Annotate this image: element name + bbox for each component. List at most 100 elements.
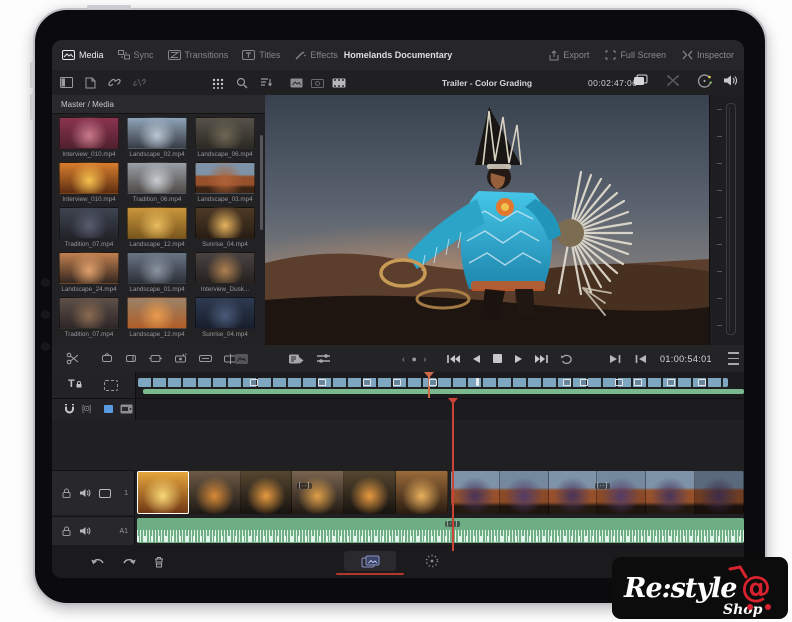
timeline-clip-sunset[interactable] bbox=[137, 471, 448, 514]
media-clip[interactable]: Interview_Dusk... bbox=[194, 252, 256, 293]
picture-in-frame-icon bbox=[234, 353, 249, 365]
clip-thumbnail-segment bbox=[137, 471, 189, 514]
viewer-panel[interactable] bbox=[265, 95, 709, 345]
sort-icon[interactable] bbox=[260, 77, 273, 88]
clip-thumbnail-segment bbox=[451, 471, 500, 514]
play-icon[interactable] bbox=[514, 354, 523, 364]
breadcrumb[interactable]: Master / Media bbox=[52, 95, 265, 114]
media-clip[interactable]: Landscape_01.mp4 bbox=[126, 252, 188, 293]
tab-sync[interactable]: Sync bbox=[118, 50, 154, 60]
media-clip-thumbnail bbox=[59, 207, 119, 239]
play-reverse-icon[interactable] bbox=[472, 354, 481, 364]
timeline-clip-dancer[interactable] bbox=[451, 471, 744, 514]
filmstrip-view-icon[interactable] bbox=[332, 78, 346, 88]
page-tabs: Media Sync Transitions Titles bbox=[52, 50, 338, 61]
unlink-clips-icon[interactable] bbox=[133, 77, 146, 88]
inspector-label: Inspector bbox=[697, 50, 734, 60]
media-clip[interactable]: Landscape_02.mp4 bbox=[126, 117, 188, 158]
clip-marker-badge[interactable]: [··] bbox=[595, 483, 610, 489]
media-clip[interactable]: Tradition_07.mp4 bbox=[58, 297, 120, 338]
clip-view-icon[interactable] bbox=[290, 78, 303, 88]
speaker-icon[interactable] bbox=[723, 74, 738, 87]
bezel-dot bbox=[41, 310, 50, 319]
tab-label: Media bbox=[79, 50, 104, 60]
color-page-icon bbox=[424, 553, 440, 569]
new-bin-icon[interactable] bbox=[85, 77, 96, 89]
sidebar-toggle-icon[interactable] bbox=[60, 77, 73, 88]
selection-box-tool[interactable] bbox=[104, 380, 118, 391]
media-clip[interactable]: Sunrise_04.mp4 bbox=[194, 297, 256, 338]
media-clip[interactable]: Landscape_24.mp4 bbox=[58, 252, 120, 293]
media-clip-thumbnail bbox=[195, 252, 255, 284]
media-clip[interactable]: Interview_010.mp4 bbox=[58, 117, 120, 158]
loop-icon[interactable] bbox=[560, 353, 573, 365]
export-button[interactable]: Export bbox=[549, 50, 589, 61]
media-clip[interactable]: Interview_010.mp4 bbox=[58, 162, 120, 203]
media-clip[interactable]: Landscape_12.mp4 bbox=[126, 297, 188, 338]
skip-end-icon[interactable] bbox=[535, 354, 548, 364]
flag-button[interactable] bbox=[104, 405, 113, 413]
stage: Media Sync Transitions Titles bbox=[0, 0, 792, 622]
snapshot-tool[interactable] bbox=[234, 345, 249, 372]
timeline-playhead[interactable] bbox=[452, 398, 454, 551]
media-clip[interactable]: Landscape_12.mp4 bbox=[126, 207, 188, 248]
camera-grab-icon[interactable] bbox=[633, 74, 649, 87]
inspector-button[interactable]: Inspector bbox=[682, 50, 734, 60]
tab-label: Transitions bbox=[185, 50, 229, 60]
lock-icon[interactable] bbox=[62, 488, 71, 498]
marker-tool-button[interactable]: [⊙] bbox=[82, 404, 90, 413]
next-edit-icon[interactable] bbox=[610, 354, 621, 364]
color-enhance-icon[interactable] bbox=[697, 74, 712, 88]
cut-button[interactable] bbox=[66, 345, 79, 372]
skip-start-icon[interactable] bbox=[447, 354, 460, 364]
full-screen-button[interactable]: Full Screen bbox=[605, 50, 666, 60]
tab-titles[interactable]: Titles bbox=[242, 50, 280, 60]
media-pool-scrollbar[interactable] bbox=[260, 135, 263, 230]
monitor-icon[interactable] bbox=[99, 489, 111, 498]
clip-marker-badge[interactable]: [··] bbox=[297, 483, 312, 489]
slip-edit-icon[interactable] bbox=[198, 353, 213, 364]
thumbnail-view-icon[interactable] bbox=[212, 77, 224, 89]
snapping-button[interactable] bbox=[64, 403, 75, 415]
trim-end-icon[interactable] bbox=[124, 353, 138, 364]
camera-view-icon[interactable] bbox=[311, 78, 324, 88]
meter-tick bbox=[717, 244, 722, 245]
timeline-options-menu[interactable] bbox=[728, 345, 739, 372]
meter-tick bbox=[717, 109, 722, 110]
tab-effects[interactable]: Effects bbox=[294, 50, 337, 61]
speaker-icon[interactable] bbox=[79, 526, 91, 536]
media-clip[interactable]: Tradition_07.mp4 bbox=[58, 207, 120, 248]
delete-button[interactable] bbox=[154, 555, 164, 573]
media-clip-thumbnail bbox=[59, 162, 119, 194]
search-icon[interactable] bbox=[236, 77, 248, 89]
tab-transitions[interactable]: Transitions bbox=[168, 50, 229, 60]
text-tool-button[interactable]: T bbox=[68, 378, 82, 390]
tab-media[interactable]: Media bbox=[62, 50, 104, 60]
minimap-marker-box bbox=[363, 379, 371, 386]
timeline-audio-clip[interactable] bbox=[137, 518, 744, 543]
redo-button[interactable] bbox=[122, 555, 137, 573]
roll-edit-icon[interactable] bbox=[148, 353, 163, 364]
media-clip[interactable]: Sunrise_04.mp4 bbox=[194, 207, 256, 248]
transport-bar: ‹ ● › 01:00:54:01 bbox=[52, 345, 744, 373]
viewer-title: Trailer - Color Grading bbox=[442, 70, 532, 95]
transform-icon[interactable] bbox=[666, 74, 680, 87]
speaker-icon[interactable] bbox=[79, 488, 91, 498]
stop-icon[interactable] bbox=[493, 354, 502, 363]
prev-edit-icon[interactable] bbox=[635, 354, 646, 364]
undo-button[interactable] bbox=[90, 555, 105, 573]
color-page-button[interactable] bbox=[424, 553, 440, 574]
jog-control[interactable]: ‹ ● › bbox=[402, 345, 428, 372]
insert-clip-button[interactable] bbox=[120, 404, 133, 414]
media-clip[interactable]: Landscape_03.mp4 bbox=[194, 162, 256, 203]
media-page-button[interactable] bbox=[344, 551, 396, 571]
trim-start-icon[interactable] bbox=[100, 353, 114, 364]
mixer-button[interactable] bbox=[316, 345, 331, 372]
media-clip[interactable]: Landscape_06.mp4 bbox=[194, 117, 256, 158]
timeline-minimap[interactable] bbox=[135, 372, 744, 398]
dynamic-trim-icon[interactable] bbox=[173, 353, 188, 365]
link-clips-icon[interactable] bbox=[108, 77, 121, 88]
lock-icon[interactable] bbox=[62, 526, 71, 536]
playback-options-button[interactable] bbox=[288, 345, 304, 372]
media-clip[interactable]: Tradition_06.mp4 bbox=[126, 162, 188, 203]
